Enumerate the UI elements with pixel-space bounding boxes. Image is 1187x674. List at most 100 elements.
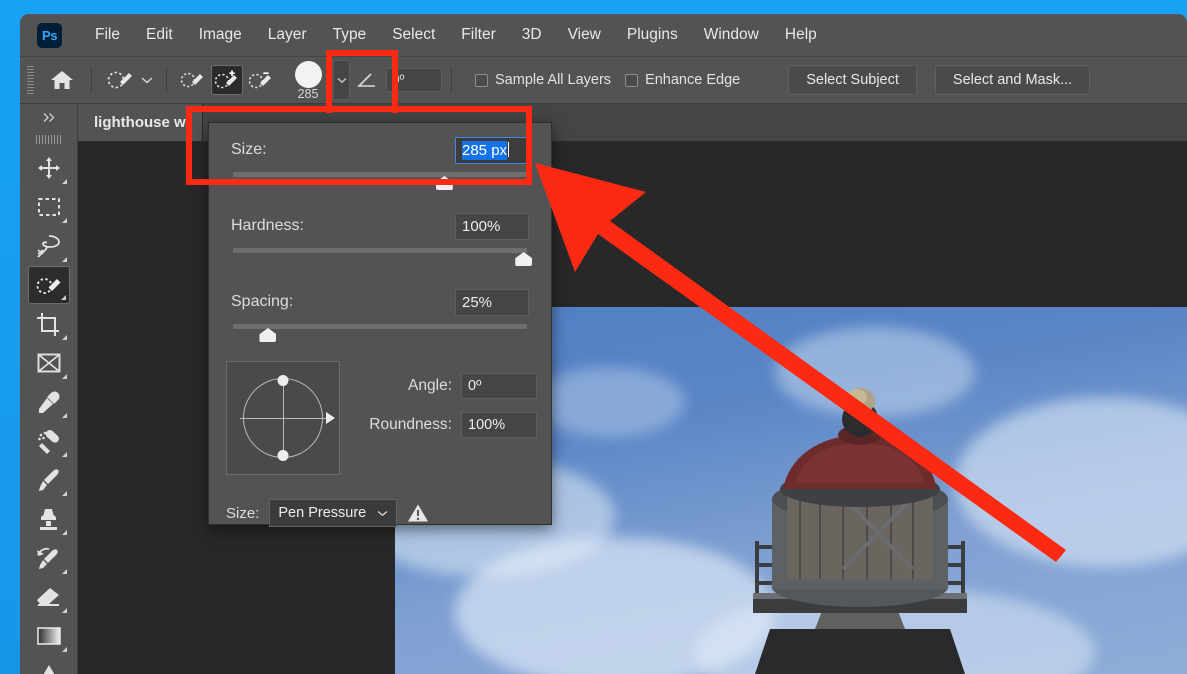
menu-window[interactable]: Window (691, 22, 772, 48)
marquee-icon (37, 198, 60, 216)
brush-size-input-value: 285 px (462, 140, 508, 160)
selection-mode-add[interactable] (211, 65, 243, 95)
enhance-edge-checkbox[interactable]: Enhance Edge (625, 72, 740, 88)
menu-layer[interactable]: Layer (255, 22, 320, 48)
menu-bar: Ps File Edit Image Layer Type Select Fil… (20, 14, 1187, 56)
history-brush-icon (36, 547, 58, 569)
brush-dropdown-button[interactable] (333, 60, 350, 100)
chevron-down-icon (337, 77, 346, 83)
selection-new-icon (180, 72, 203, 88)
angle-row: Angle: 0º (354, 373, 537, 399)
quick-selection-icon (36, 277, 60, 294)
size-control-dropdown[interactable]: Pen Pressure (269, 499, 398, 527)
tool-expand-corner (61, 179, 67, 184)
sample-all-layers-label: Sample All Layers (495, 72, 612, 88)
menu-plugins[interactable]: Plugins (614, 22, 691, 48)
roundness-input[interactable]: 100% (461, 412, 537, 438)
selection-add-icon (214, 70, 237, 89)
tool-expand-corner (61, 569, 67, 574)
lasso-icon (37, 235, 60, 258)
angle-pointer[interactable] (326, 412, 335, 424)
gradient-icon (36, 627, 61, 645)
menu-file[interactable]: File (82, 22, 133, 48)
brush-angle-input[interactable]: 0º (386, 68, 442, 92)
lighthouse-photo (753, 388, 967, 674)
slider-track (233, 172, 527, 177)
tool-blur[interactable] (28, 656, 70, 674)
brush-shape-section: Angle: 0º Roundness: 100% (209, 361, 551, 475)
options-separator-3 (451, 67, 452, 93)
tool-move[interactable] (28, 149, 70, 187)
crop-icon (37, 312, 59, 336)
menu-select[interactable]: Select (379, 22, 448, 48)
select-and-mask-button[interactable]: Select and Mask... (934, 65, 1091, 95)
collapse-panel-button[interactable] (20, 104, 77, 130)
tool-crop[interactable] (28, 305, 70, 343)
angle-roundness-control[interactable] (226, 361, 340, 475)
home-button[interactable] (42, 63, 82, 97)
tool-brush[interactable] (28, 461, 70, 499)
tool-healing-brush[interactable] (28, 422, 70, 460)
menu-help[interactable]: Help (772, 22, 830, 48)
tool-rectangular-marquee[interactable] (28, 188, 70, 226)
roundness-row: Roundness: 100% (354, 412, 537, 438)
brush-spacing-input[interactable]: 25% (455, 288, 529, 316)
roundness-handle-bottom[interactable] (277, 450, 289, 461)
enhance-edge-label: Enhance Edge (645, 72, 741, 88)
select-subject-button[interactable]: Select Subject (788, 65, 917, 95)
brush-spacing-slider[interactable] (233, 319, 527, 345)
size-control-row: Size: Pen Pressure (209, 499, 551, 527)
roundness-handle-top[interactable] (277, 375, 289, 386)
warning-triangle-icon[interactable] (407, 503, 429, 523)
angle-input[interactable]: 0º (461, 373, 537, 399)
checkbox-box[interactable] (475, 73, 488, 87)
tool-eyedropper[interactable] (28, 383, 70, 421)
tool-clone-stamp[interactable] (28, 500, 70, 538)
brush-preview-picker[interactable]: 285 (286, 60, 350, 100)
selection-mode-subtract[interactable] (245, 65, 277, 95)
menu-image[interactable]: Image (186, 22, 255, 48)
tool-expand-corner (61, 335, 67, 340)
brush-thumbnail[interactable]: 285 (286, 60, 330, 100)
tool-expand-corner (61, 491, 67, 496)
checkbox-box[interactable] (625, 73, 639, 87)
document-tab-lighthouse[interactable]: lighthouse w (78, 104, 203, 141)
selection-mode-new[interactable] (177, 65, 209, 95)
tool-quick-selection[interactable] (27, 266, 70, 304)
tools-panel-grip[interactable] (20, 130, 77, 148)
eraser-icon (36, 588, 59, 606)
slider-knob[interactable] (435, 176, 453, 190)
brush-size-input[interactable]: 285 px (455, 136, 529, 164)
brush-hardness-input[interactable]: 100% (455, 212, 529, 240)
brush-size-slider[interactable] (233, 167, 527, 193)
tools-panel (20, 104, 78, 674)
brush-settings-popup[interactable]: Size: 285 px Hardness: 100% Spacing: 25% (208, 122, 552, 527)
tool-history-brush[interactable] (28, 539, 70, 577)
tool-eraser[interactable] (28, 578, 70, 616)
tool-preset-picker[interactable] (101, 64, 157, 96)
roundness-label: Roundness: (369, 416, 452, 433)
move-icon (37, 157, 60, 179)
slider-knob[interactable] (515, 252, 533, 266)
brush-angle-group: 0º (356, 68, 442, 92)
tool-frame[interactable] (28, 344, 70, 382)
brush-icon (39, 468, 59, 491)
brush-hardness-slider[interactable] (233, 243, 533, 269)
tool-expand-corner (61, 413, 67, 418)
menu-edit[interactable]: Edit (133, 22, 186, 48)
brush-size-row: Size: 285 px (209, 133, 551, 167)
slider-knob[interactable] (259, 328, 277, 342)
double-chevron-right-icon (43, 112, 54, 122)
brush-size-readout: 285 (297, 87, 319, 101)
tool-lasso[interactable] (28, 227, 70, 265)
tool-gradient[interactable] (28, 617, 70, 655)
photoshop-logo: Ps (37, 22, 62, 48)
menu-view[interactable]: View (555, 22, 614, 48)
angle-roundness-fields: Angle: 0º Roundness: 100% (340, 361, 551, 438)
sample-all-layers-checkbox[interactable]: Sample All Layers (475, 72, 611, 88)
menu-filter[interactable]: Filter (448, 22, 508, 48)
menu-3d[interactable]: 3D (509, 22, 555, 48)
options-bar-grip[interactable] (27, 66, 34, 94)
slider-track (233, 324, 527, 329)
menu-type[interactable]: Type (320, 22, 380, 48)
